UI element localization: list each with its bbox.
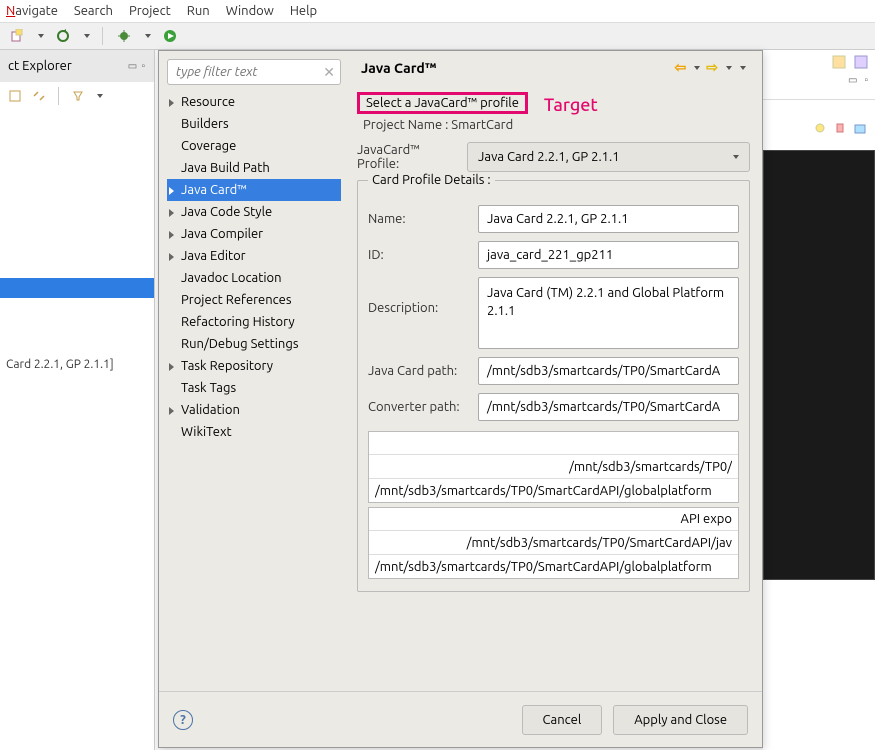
menu-window[interactable]: Window [226,4,274,18]
dropdown-icon[interactable] [38,34,44,38]
project-name-label: Project Name : SmartCard [357,118,750,132]
link-icon[interactable] [32,89,46,103]
new-icon[interactable] [8,27,26,45]
view-icon[interactable] [853,122,867,136]
properties-page: Java Card™ ⇦ ⇨ Select a JavaCard™ profil… [349,51,762,691]
minimize-icon[interactable]: ▭ ▫ [128,60,146,72]
id-field[interactable]: java_card_221_gp211 [478,241,739,269]
tree-item[interactable]: WikiText [167,421,341,443]
cancel-button[interactable]: Cancel [522,705,603,735]
explorer-toolbar [0,82,154,110]
jc-path-field[interactable]: /mnt/sdb3/smartcards/TP0/SmartCardA [478,357,739,385]
java-perspective-icon[interactable] [853,54,869,70]
menu-project[interactable]: Project [129,4,171,18]
name-label: Name: [368,212,468,226]
menu-navigate[interactable]: Navigate [6,4,58,18]
help-icon[interactable]: ? [173,710,193,730]
path-item[interactable]: /mnt/sdb3/smartcards/TP0/SmartCardAPI/gl… [375,560,712,574]
subtitle-highlight: Select a JavaCard™ profile [357,92,528,114]
explorer-title: ct Explorer [8,59,72,73]
tree-selection[interactable] [0,278,154,298]
path-header: API expo [375,512,732,526]
tree-item[interactable]: Resource [167,91,341,113]
page-title: Java Card™ [361,60,436,76]
forward-icon[interactable]: ⇨ [706,59,718,76]
clear-icon[interactable]: ✕ [323,64,335,81]
id-label: ID: [368,248,468,262]
collapse-icon[interactable] [8,89,22,103]
tree-item[interactable]: Project References [167,289,341,311]
details-legend: Card Profile Details : [368,173,495,187]
dropdown-icon[interactable] [84,34,90,38]
tree-item[interactable]: Builders [167,113,341,135]
desc-field[interactable]: Java Card (TM) 2.2.1 and Global Platform… [478,277,739,349]
tree-item[interactable]: Task Repository [167,355,341,377]
refresh-icon[interactable] [54,27,72,45]
path-list-2[interactable]: API expo /mnt/sdb3/smartcards/TP0/SmartC… [368,507,739,579]
menu-run[interactable]: Run [187,4,210,18]
name-field[interactable]: Java Card 2.2.1, GP 2.1.1 [478,205,739,233]
dropdown-icon[interactable] [145,34,151,38]
page-subtitle: Select a JavaCard™ profile [366,96,519,110]
separator [102,27,103,45]
menu-help[interactable]: Help [290,4,317,18]
perspective-icon[interactable] [831,54,847,70]
filter-input[interactable] [167,59,341,85]
minimize-icon[interactable]: ▭ [848,74,858,86]
conv-path-field[interactable]: /mnt/sdb3/smartcards/TP0/SmartCardA [478,393,739,421]
chevron-down-icon [733,155,739,159]
debug-icon[interactable] [115,27,133,45]
jc-path-label: Java Card path: [368,364,468,378]
dialog-footer: ? Cancel Apply and Close [159,691,762,747]
project-explorer: ct Explorer ▭ ▫ Card 2.2.1, GP 2.1.1] [0,50,155,750]
explorer-header: ct Explorer ▭ ▫ [0,50,154,82]
tree-item[interactable]: Run/Debug Settings [167,333,341,355]
profile-label: JavaCard™ Profile: [357,143,457,171]
editor-dark-area [763,150,875,580]
main-toolbar [0,22,875,50]
path-list-1[interactable]: /mnt/sdb3/smartcards/TP0/ /mnt/sdb3/smar… [368,431,739,503]
card-profile-details: Card Profile Details : Name: Java Card 2… [357,180,750,592]
run-icon[interactable] [161,27,179,45]
apply-close-button[interactable]: Apply and Close [613,705,748,735]
tree-item[interactable]: Validation [167,399,341,421]
profile-combo[interactable]: Java Card 2.2.1, GP 2.1.1 [467,142,750,172]
tree-item[interactable]: Javadoc Location [167,267,341,289]
tree-item[interactable]: Java Editor [167,245,341,267]
tree-item[interactable]: Coverage [167,135,341,157]
tree-item[interactable]: Java Card™ [167,179,341,201]
menubar: Navigate Search Project Run Window Help [0,0,875,22]
back-icon[interactable]: ⇦ [675,59,687,76]
lightbulb-icon[interactable] [813,122,827,136]
path-item[interactable]: /mnt/sdb3/smartcards/TP0/SmartCardAPI/gl… [375,484,712,498]
tree-item[interactable]: Task Tags [167,377,341,399]
tree-item-label[interactable]: Card 2.2.1, GP 2.1.1] [4,358,150,371]
dropdown-icon[interactable] [726,66,732,70]
nav-arrows: ⇦ ⇨ [675,59,746,76]
pin-icon[interactable] [833,122,847,136]
filter-icon[interactable] [71,89,85,103]
dropdown-icon[interactable] [740,66,746,70]
dropdown-icon[interactable] [97,94,103,98]
right-toolbar: ▭ ▫ [763,50,875,100]
path-item[interactable]: /mnt/sdb3/smartcards/TP0/SmartCardAPI/ja… [375,536,732,550]
menu-search[interactable]: Search [74,4,113,18]
target-badge: Target [544,95,598,115]
dropdown-icon[interactable] [694,66,700,70]
tree-item[interactable]: Java Code Style [167,201,341,223]
tree-item[interactable]: Java Build Path [167,157,341,179]
conv-path-label: Converter path: [368,400,468,414]
path-item[interactable]: /mnt/sdb3/smartcards/TP0/ [375,460,732,474]
properties-tree-panel: ✕ ResourceBuildersCoverageJava Build Pat… [159,51,349,691]
desc-label: Description: [368,277,468,315]
tree-item[interactable]: Java Compiler [167,223,341,245]
profile-value: Java Card 2.2.1, GP 2.1.1 [478,150,620,164]
properties-tree[interactable]: ResourceBuildersCoverageJava Build PathJ… [167,91,341,443]
maximize-icon[interactable]: ▫ [864,74,869,86]
separator [58,87,59,105]
right-editor-area: ▭ ▫ [763,50,875,750]
properties-dialog: ✕ ResourceBuildersCoverageJava Build Pat… [158,50,763,748]
tree-item[interactable]: Refactoring History [167,311,341,333]
explorer-tree[interactable]: Card 2.2.1, GP 2.1.1] [0,110,154,750]
